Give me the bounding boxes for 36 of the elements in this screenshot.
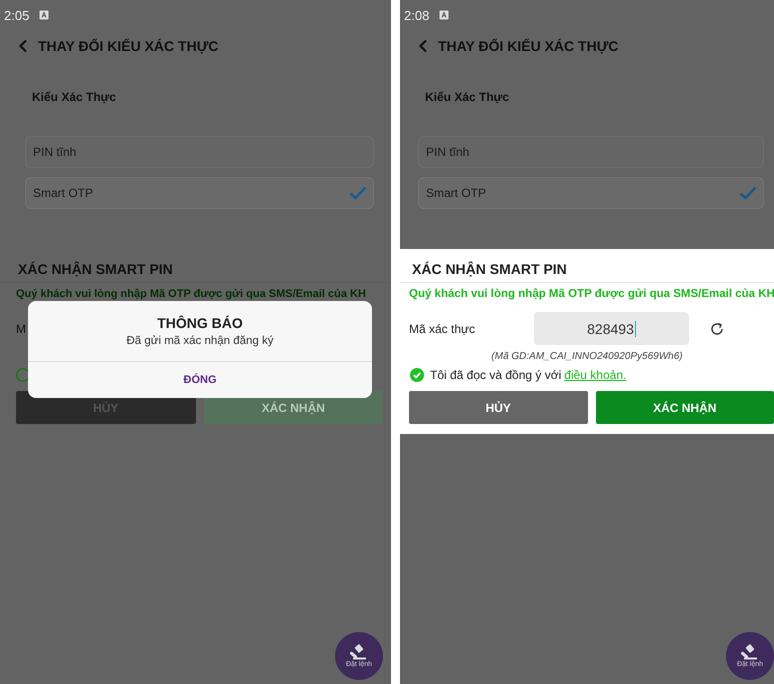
gavel-icon [741,644,759,660]
checkmark-icon [349,186,367,200]
cancel-button[interactable]: HỦY [409,391,588,424]
section-label: Kiểu Xác Thực [31,89,118,106]
sheet-title: XÁC NHẬN SMART PIN [0,259,391,283]
dialog-message: Đã gửi mã xác nhận đăng ký [126,335,274,347]
back-icon[interactable] [18,39,28,53]
instruction-text: Quý khách vui lòng nhập Mã OTP được gửi qua SMS/Email của KH [15,287,367,302]
status-time: 2:08 [404,8,430,22]
dialog-title: THÔNG BÁO [157,315,243,331]
transaction-code: (Mã GD:AM_CAI_INNO240920Py569Wh6) [491,350,683,362]
field-label: Mã xác thực [409,322,476,336]
screen-title: THAY ĐỔI KIỂU XÁC THỰC [38,38,218,54]
close-button[interactable]: ĐÓNG [28,361,372,398]
back-icon[interactable] [418,39,428,53]
notification-icon [39,10,50,20]
confirm-button[interactable]: XÁC NHẬN [596,391,774,424]
field-label: M [16,322,27,336]
gavel-icon [350,644,368,660]
otp-input-field[interactable]: 828493 [534,312,689,345]
auth-option[interactable]: Smart OTP [418,177,764,209]
sheet-title: XÁC NHẬN SMART PIN [400,259,774,283]
auth-option[interactable]: PIN tĩnh [418,136,764,168]
agree-checkbox[interactable] [16,368,30,382]
agree-text: Tôi đã đọc và đồng ý với [430,368,562,382]
terms-link[interactable]: điều khoản. [564,368,626,382]
auth-option[interactable]: PIN tĩnh [25,136,374,168]
section-label: Kiểu Xác Thực [424,89,510,106]
refresh-icon[interactable] [709,320,725,336]
status-time: 2:05 [4,8,30,22]
notification-icon [439,10,450,20]
auth-option[interactable]: Smart OTP [25,177,374,209]
agree-checkbox[interactable] [410,368,424,382]
screen-title: THAY ĐỔI KIỂU XÁC THỰC [438,38,618,54]
checkmark-icon [739,186,757,200]
instruction-text: Quý khách vui lòng nhập Mã OTP được gửi qua SMS/Email của KH [408,287,774,302]
